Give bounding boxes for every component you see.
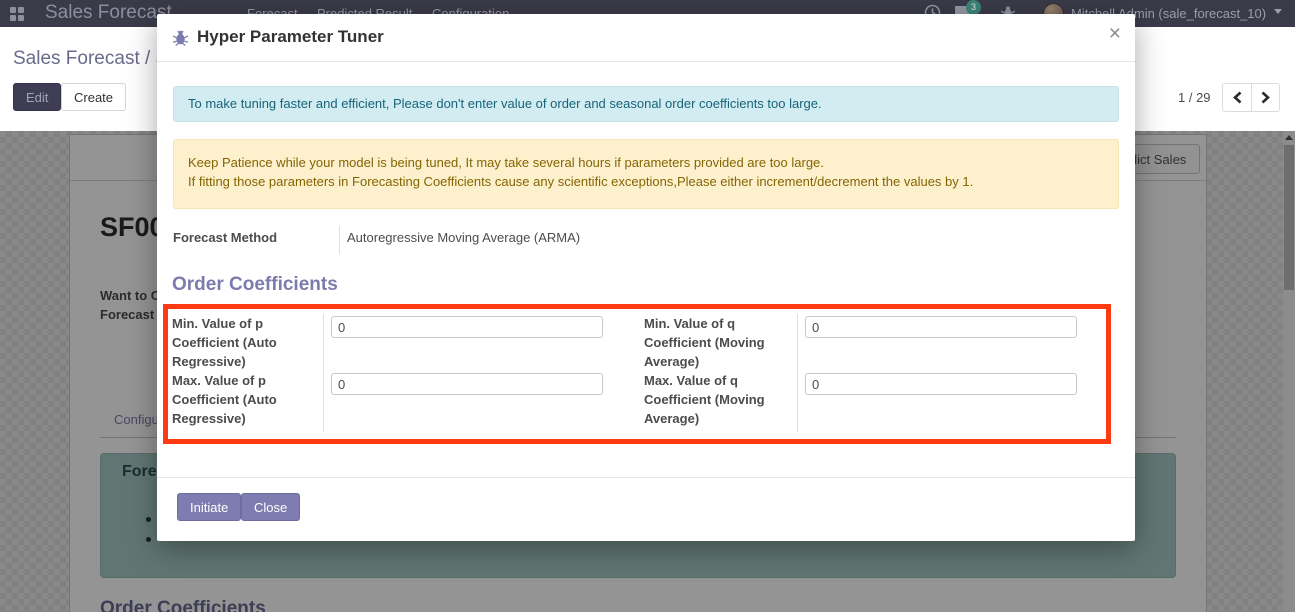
max-q-input[interactable]: [805, 373, 1077, 395]
min-q-input[interactable]: [805, 316, 1077, 338]
initiate-button[interactable]: Initiate: [177, 493, 241, 521]
max-q-label: Max. Value of q Coefficient (Moving Aver…: [644, 371, 794, 428]
warning-line-2: If fitting those parameters in Forecasti…: [188, 172, 1104, 191]
pager-previous-button[interactable]: [1222, 83, 1251, 112]
forecast-method-value: Autoregressive Moving Average (ARMA): [347, 230, 580, 245]
pager-counter: 1 / 29: [1178, 90, 1211, 105]
field-separator: [797, 314, 798, 432]
apps-menu-icon[interactable]: [10, 7, 25, 22]
app-brand[interactable]: Sales Forecast: [45, 2, 172, 24]
user-menu-caret-icon: [1274, 9, 1282, 14]
breadcrumb[interactable]: Sales Forecast / S: [13, 48, 168, 70]
min-q-label: Min. Value of q Coefficient (Moving Aver…: [644, 314, 794, 371]
hyper-parameter-tuner-dialog: Hyper Parameter Tuner × To make tuning f…: [157, 14, 1135, 541]
forecast-method-row: Forecast Method Autoregressive Moving Av…: [173, 226, 1119, 256]
order-coefficients-heading: Order Coefficients: [172, 274, 338, 296]
create-button[interactable]: Create: [61, 83, 126, 111]
chevron-left-icon: [1233, 91, 1242, 104]
warning-alert: Keep Patience while your model is being …: [173, 139, 1119, 209]
max-p-label: Max. Value of p Coefficient (Auto Regres…: [172, 371, 322, 428]
min-p-label: Min. Value of p Coefficient (Auto Regres…: [172, 314, 322, 371]
edit-button[interactable]: Edit: [13, 83, 61, 111]
field-separator: [323, 314, 324, 432]
pager-buttons: [1222, 83, 1280, 112]
screen: Sales Forecast Forecast Predicted Result…: [0, 0, 1295, 612]
min-p-input[interactable]: [331, 316, 603, 338]
info-alert: To make tuning faster and efficient, Ple…: [173, 86, 1119, 122]
dialog-header: Hyper Parameter Tuner ×: [157, 14, 1135, 62]
message-count-badge[interactable]: 3: [966, 0, 981, 15]
close-icon[interactable]: ×: [1109, 23, 1121, 44]
close-button[interactable]: Close: [241, 493, 300, 521]
dialog-footer: Initiate Close: [157, 477, 1135, 541]
warning-line-1: Keep Patience while your model is being …: [188, 153, 1104, 172]
bug-icon: [172, 29, 189, 46]
forecast-method-label: Forecast Method: [173, 230, 323, 245]
dialog-title: Hyper Parameter Tuner: [197, 27, 384, 47]
field-separator: [339, 226, 340, 254]
highlighted-fields-region: Min. Value of p Coefficient (Auto Regres…: [163, 304, 1111, 444]
pager-next-button[interactable]: [1251, 83, 1280, 112]
chevron-right-icon: [1261, 91, 1270, 104]
max-p-input[interactable]: [331, 373, 603, 395]
